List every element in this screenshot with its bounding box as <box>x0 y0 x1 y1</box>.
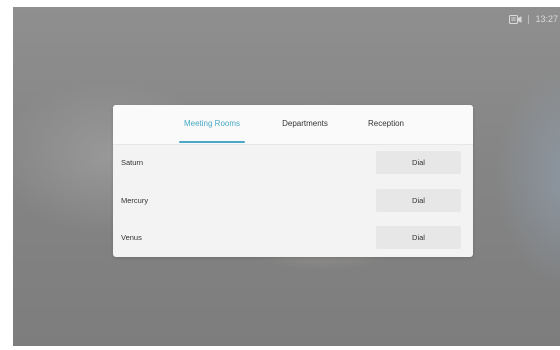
clock: 13:27 <box>535 14 558 24</box>
active-tab-indicator <box>179 141 245 143</box>
status-divider <box>528 14 530 24</box>
background-screen: 13:27 Meeting Rooms Departments Receptio… <box>13 7 560 346</box>
camera-share-icon[interactable] <box>509 14 522 25</box>
contact-name: Saturn <box>121 158 144 167</box>
tab-label: Meeting Rooms <box>183 119 241 128</box>
contact-name: Mercury <box>121 196 149 205</box>
directory-panel: Meeting Rooms Departments Reception Satu… <box>113 105 473 257</box>
dial-button[interactable]: Dial <box>376 151 461 174</box>
dial-button[interactable]: Dial <box>376 226 461 249</box>
dial-button[interactable]: Dial <box>376 189 461 212</box>
tab-departments[interactable]: Departments <box>275 105 335 144</box>
contact-name: Venus <box>121 233 142 242</box>
directory-tabs: Meeting Rooms Departments Reception <box>113 105 473 145</box>
tab-reception[interactable]: Reception <box>361 105 411 144</box>
tab-meeting-rooms[interactable]: Meeting Rooms <box>179 105 245 144</box>
list-item: Saturn Dial <box>113 146 473 180</box>
tab-label: Departments <box>282 119 328 128</box>
status-bar: 13:27 <box>509 7 560 31</box>
tab-label: Reception <box>367 119 405 128</box>
list-item: Mercury Dial <box>113 184 473 218</box>
list-item: Venus Dial <box>113 221 473 255</box>
